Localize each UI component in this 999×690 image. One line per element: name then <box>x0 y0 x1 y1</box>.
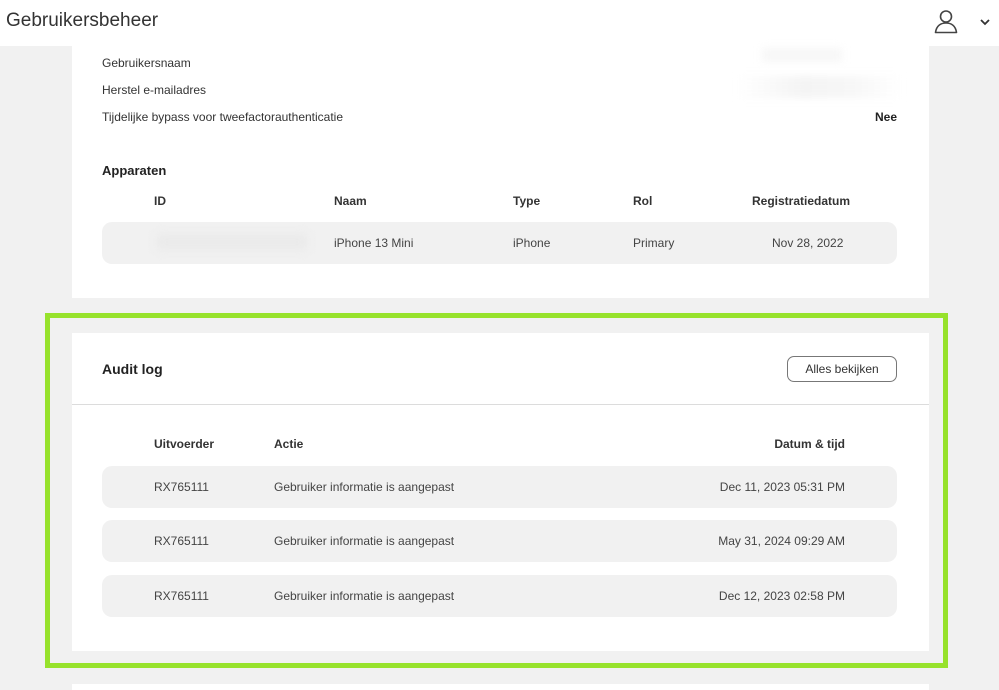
devices-col-id: ID <box>154 194 166 208</box>
devices-col-type: Type <box>513 194 541 208</box>
audit-log-highlight <box>45 313 948 668</box>
devices-title: Apparaten <box>102 163 167 178</box>
recovery-email-label: Herstel e-mailadres <box>102 83 207 97</box>
device-role: Primary <box>633 236 675 250</box>
user-details-card: Gebruikersnaam Herstel e-mailadres Tijde… <box>72 46 929 298</box>
devices-col-role: Rol <box>633 194 653 208</box>
device-name: iPhone 13 Mini <box>334 236 414 250</box>
devices-col-registered: Registratiedatum <box>752 194 851 208</box>
redacted-email <box>737 76 902 98</box>
twofa-bypass-value: Nee <box>874 110 897 124</box>
username-label: Gebruikersnaam <box>102 56 191 70</box>
devices-col-name: Naam <box>334 194 367 208</box>
chevron-down-icon[interactable] <box>979 17 991 27</box>
device-registered: Nov 28, 2022 <box>772 236 844 250</box>
device-row: iPhone 13 Mini iPhone Primary Nov 28, 20… <box>102 222 897 264</box>
next-card <box>72 684 929 690</box>
twofa-bypass-label: Tijdelijke bypass voor tweefactorauthent… <box>102 110 344 124</box>
app-title: Gebruikersbeheer <box>6 10 159 31</box>
user-icon[interactable] <box>933 8 959 34</box>
redacted-device-id <box>157 235 307 249</box>
device-type: iPhone <box>513 236 551 250</box>
redacted-username <box>762 48 842 62</box>
top-bar: Gebruikersbeheer <box>0 0 999 46</box>
